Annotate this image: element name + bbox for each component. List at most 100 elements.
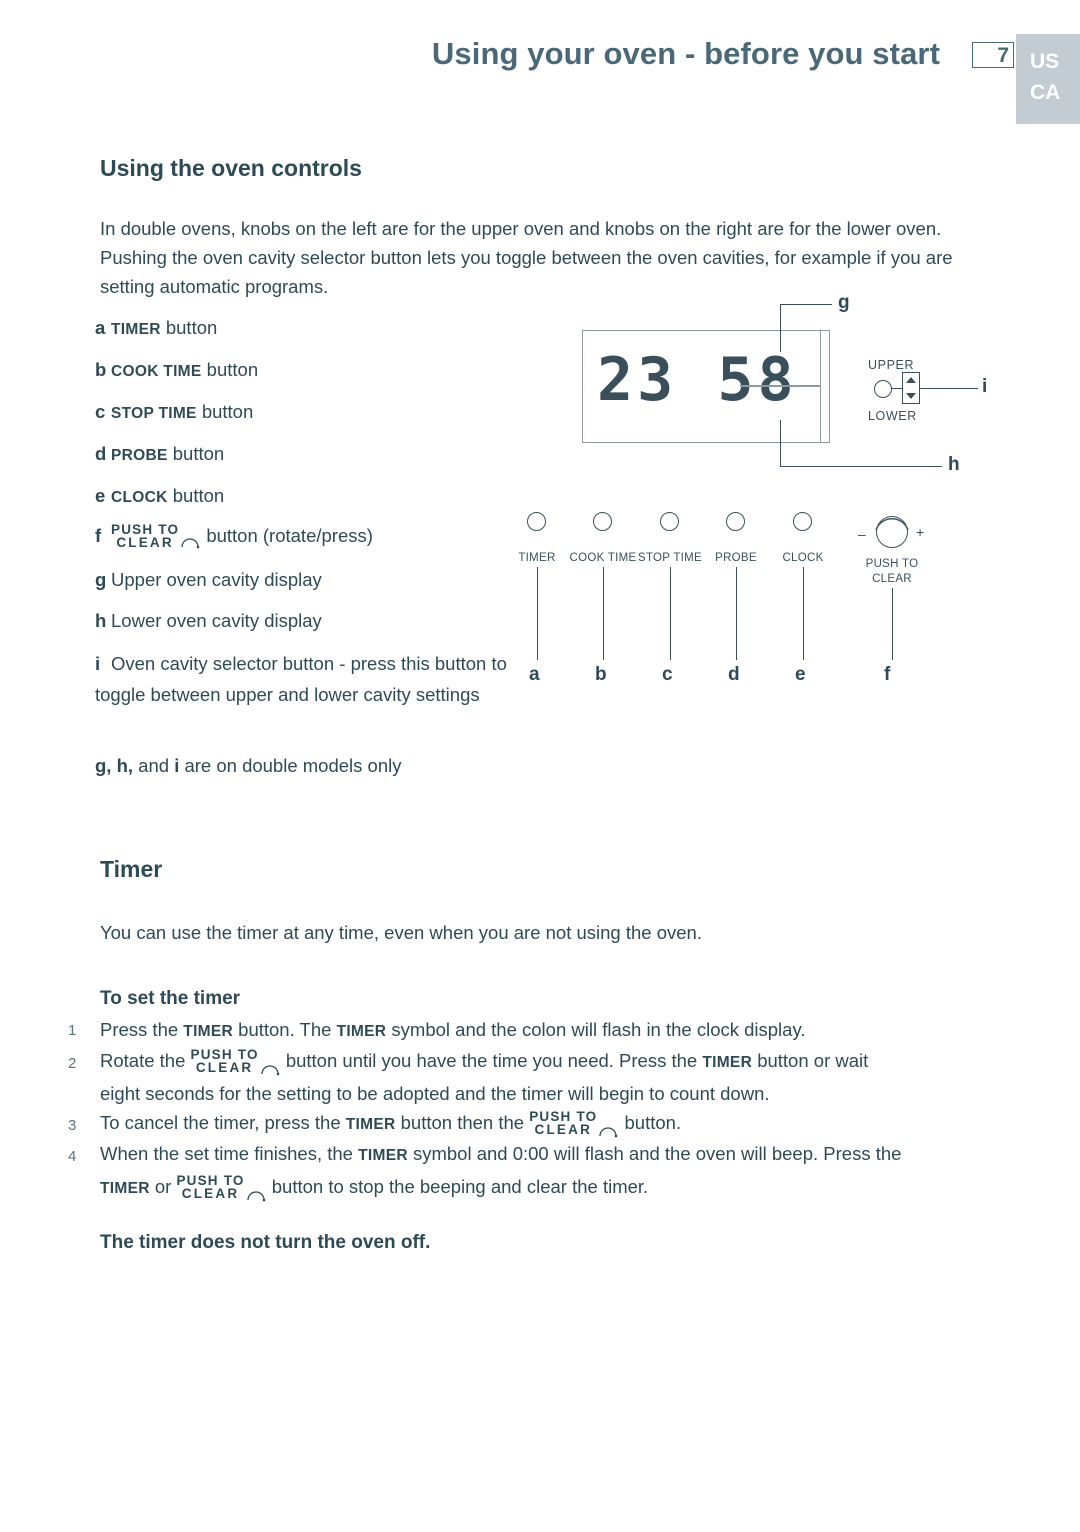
- button-cook-time[interactable]: [593, 512, 612, 531]
- legend-rest-d: button: [172, 443, 225, 464]
- legend-item-f: f PUSH TO CLEAR button (rotate/press): [95, 522, 373, 550]
- legend-rest-f: button (rotate/press): [206, 525, 373, 546]
- legend-rest-e: button: [172, 485, 225, 506]
- callout-d-leader: [736, 567, 738, 660]
- clear-line-3: CLEAR: [534, 1122, 593, 1138]
- page-number: 7: [997, 44, 1009, 67]
- push-to-clear-glyph-step2: PUSH TO CLEAR: [191, 1048, 259, 1076]
- footnote-key-i: i: [174, 755, 180, 776]
- step-2-part-c: button until you have the time you need.…: [280, 1050, 703, 1071]
- legend-key-f: f: [95, 525, 102, 546]
- footnote-mid: and: [138, 755, 170, 776]
- controls-intro-paragraph: In double ovens, knobs on the left are f…: [100, 218, 953, 297]
- callout-b-leader: [603, 567, 605, 660]
- clear-line-2: CLEAR: [195, 1060, 254, 1076]
- label-lower: LOWER: [868, 409, 917, 423]
- legend-item-b: b COOK TIME button: [95, 356, 258, 386]
- legend-bold-e: CLOCK: [111, 489, 168, 506]
- step-2-part-a: Rotate the: [100, 1050, 191, 1071]
- button-timer[interactable]: [527, 512, 546, 531]
- rotate-knob-icon-step3: [597, 1116, 619, 1138]
- step-1-part-a: Press the: [100, 1019, 184, 1040]
- label-upper: UPPER: [868, 358, 915, 372]
- region-tab: US CA: [1016, 34, 1080, 124]
- button-probe[interactable]: [726, 512, 745, 531]
- callout-h: h: [948, 454, 960, 475]
- knob-label-line2: CLEAR: [872, 573, 912, 585]
- region-ca: CA: [1030, 81, 1061, 104]
- callout-f: f: [884, 664, 891, 685]
- step-4-part-a: When the set time finishes, the: [100, 1143, 359, 1164]
- timer-closing-note: The timer does not turn the oven off.: [100, 1232, 431, 1253]
- push-to-clear-glyph-step4: PUSH TO CLEAR: [176, 1174, 244, 1202]
- step-3-part-c: button then the: [395, 1112, 530, 1133]
- callout-g: g: [838, 292, 850, 313]
- legend-footnote: g, h, and i are on double models only: [95, 752, 401, 780]
- button-clock[interactable]: [793, 512, 812, 531]
- callout-g-leader-v: [780, 304, 782, 352]
- callout-i-leader: [920, 388, 978, 390]
- step-3-text: To cancel the timer, press the TIMER but…: [100, 1107, 1030, 1140]
- step-1-timer-2: TIMER: [336, 1023, 387, 1040]
- section-heading-timer: Timer: [100, 856, 163, 882]
- step-3-timer: TIMER: [345, 1116, 396, 1133]
- chevron-down-icon: [906, 393, 916, 399]
- page-header: Using your oven - before you start 7 US …: [0, 0, 1080, 140]
- step-1-part-d: symbol and the colon will flash in the c…: [386, 1019, 806, 1040]
- oven-control-panel-diagram: 23 58 g h UPPER LOWER i TIMER a COOK TIM…: [470, 290, 1050, 710]
- step-4-or: or: [149, 1176, 177, 1197]
- rotate-knob-icon-step2: [259, 1054, 281, 1076]
- step-1-text: Press the TIMER button. The TIMER symbol…: [100, 1014, 1030, 1047]
- legend-rest-h: Lower oven cavity display: [111, 610, 322, 631]
- legend-item-g: g Upper oven cavity display: [95, 566, 322, 594]
- legend-key-e: e: [95, 485, 106, 506]
- knob-ring-icon: [876, 516, 908, 548]
- callout-a: a: [529, 664, 540, 685]
- rotate-knob-icon-step4: [245, 1180, 267, 1202]
- push-to-clear-glyph: PUSH TO CLEAR: [111, 523, 179, 550]
- step-4-number: 4: [68, 1148, 77, 1165]
- footnote-keys: g, h,: [95, 755, 134, 776]
- knob-plus-sign: +: [916, 524, 925, 540]
- legend-key-i: i: [95, 653, 101, 674]
- step-2-part-d: button or wait: [752, 1050, 869, 1071]
- knob-label-line1: PUSH TO: [865, 558, 919, 570]
- step-4-text: When the set time finishes, the TIMER sy…: [100, 1138, 1030, 1204]
- subheading-to-set-the-timer: To set the timer: [100, 988, 241, 1009]
- cavity-selector-knob-icon[interactable]: [874, 380, 892, 398]
- legend-bold-b: COOK TIME: [111, 363, 202, 380]
- region-us: US: [1030, 50, 1060, 73]
- rotate-knob-icon: [179, 529, 201, 549]
- legend-bold-c: STOP TIME: [111, 405, 197, 422]
- button-clock-label: CLOCK: [782, 552, 824, 564]
- callout-h-leader-h: [780, 466, 942, 468]
- button-stop-time[interactable]: [660, 512, 679, 531]
- legend-item-d: d PROBE button: [95, 440, 224, 470]
- step-3-number: 3: [68, 1117, 77, 1134]
- callout-a-leader: [537, 567, 539, 660]
- push-to-clear-knob[interactable]: [870, 510, 914, 554]
- step-2-timer: TIMER: [702, 1054, 753, 1071]
- legend-item-i: i Oven cavity selector button - press thi…: [95, 648, 515, 710]
- chevron-up-icon: [906, 377, 916, 383]
- cavity-selector-button[interactable]: [902, 372, 920, 404]
- callout-h-leader-v: [780, 420, 782, 466]
- legend-key-a: a: [95, 317, 106, 338]
- legend-rest-b: button: [206, 359, 259, 380]
- legend-item-a: a TIMER button: [95, 314, 217, 344]
- legend-rest-c: button: [201, 401, 254, 422]
- step-1-number: 1: [68, 1022, 77, 1039]
- clear-line-4: CLEAR: [181, 1186, 240, 1202]
- knob-minus-sign: –: [858, 526, 866, 542]
- legend-key-g: g: [95, 569, 107, 590]
- callout-d: d: [728, 664, 740, 685]
- legend-rest-i: Oven cavity selector button - press this…: [95, 653, 507, 705]
- timer-intro-paragraph: You can use the timer at any time, even …: [100, 922, 702, 943]
- step-4-part-c: symbol and 0:00 will flash and the oven …: [407, 1143, 902, 1164]
- legend-key-h: h: [95, 610, 107, 631]
- legend-key-b: b: [95, 359, 107, 380]
- push-to-clear-glyph-step3: PUSH TO CLEAR: [529, 1110, 597, 1138]
- step-2-text: Rotate the PUSH TO CLEAR button until you…: [100, 1045, 1030, 1109]
- page-title: Using your oven - before you start: [431, 36, 940, 71]
- legend-bold-a: TIMER: [111, 321, 161, 338]
